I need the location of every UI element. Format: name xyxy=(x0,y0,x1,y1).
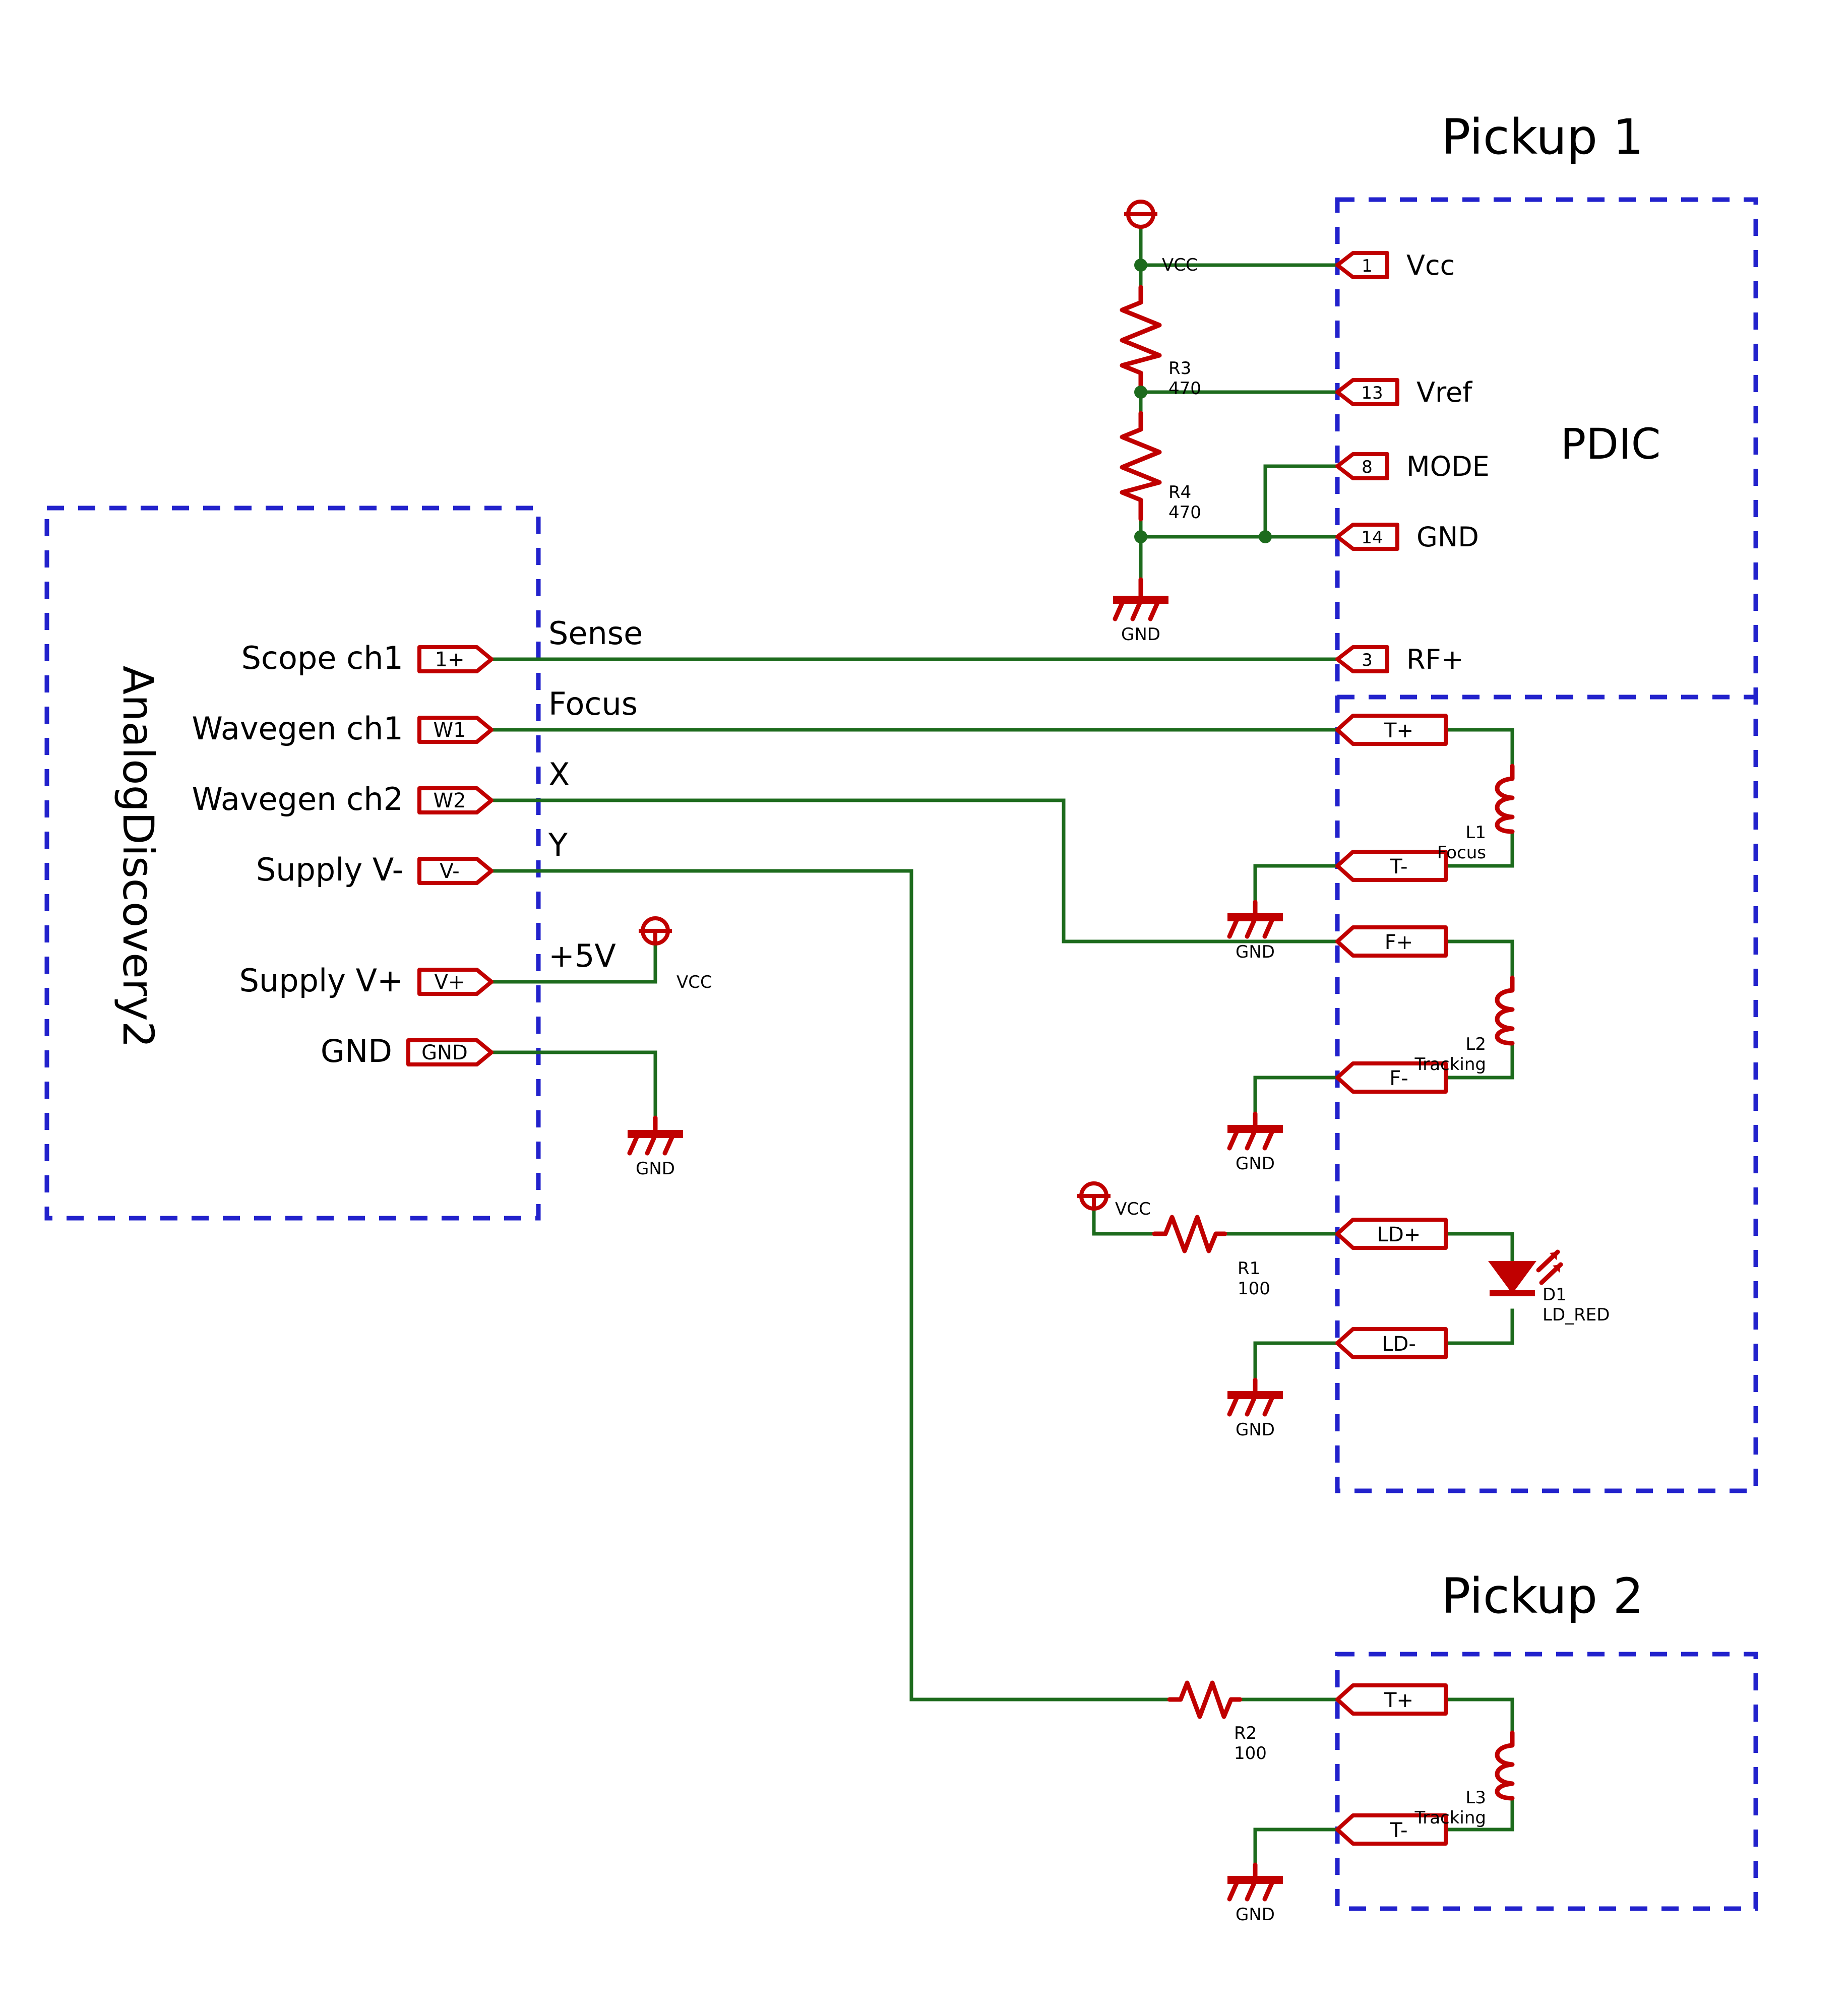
power-symbol-vcc-3 xyxy=(1077,1181,1111,1211)
junction-gnd-node xyxy=(1134,530,1147,543)
wire-gndport-gnd xyxy=(482,1050,657,1120)
pdic-pin-num-0: 1 xyxy=(1362,256,1373,276)
resistor-r2-symbol xyxy=(1167,1680,1243,1719)
gnd-symbol-2 xyxy=(627,1115,683,1156)
ad2-port-name-4: Supply V+ xyxy=(239,962,403,999)
power-symbol-vcc-2 xyxy=(639,916,672,946)
power-symbol-vcc-1 xyxy=(1124,200,1157,229)
gnd-label-1: GND xyxy=(1121,624,1160,645)
gnd-symbol-5 xyxy=(1227,1377,1283,1417)
r3-value: 470 xyxy=(1168,379,1201,399)
schematic-svg: Pickup 1 Pickup 2 PDIC AnalogDiscovery2 … xyxy=(44,109,1758,1925)
ad2-port-pin-2: W2 xyxy=(434,789,466,812)
gnd-symbol-6 xyxy=(1227,1862,1283,1902)
wire-d1-ldminus xyxy=(1444,1308,1514,1345)
vcc-label-2: VCC xyxy=(676,972,712,992)
ad2-port-name-2: Wavegen ch2 xyxy=(192,781,404,817)
r1-ref: R1 xyxy=(1238,1258,1260,1279)
pickup1-pin-text-4: LD+ xyxy=(1377,1223,1421,1246)
schematic-canvas: Pickup 1 Pickup 2 PDIC AnalogDiscovery2 … xyxy=(0,0,1848,2016)
wire-p2tplus-l3 xyxy=(1444,1697,1514,1735)
gnd-symbol-3 xyxy=(1227,900,1283,939)
net-label-focus: Focus xyxy=(548,685,638,722)
r2-ref: R2 xyxy=(1234,1723,1257,1743)
pdic-pin-num-2: 8 xyxy=(1362,457,1373,477)
gnd-symbol-4 xyxy=(1227,1111,1283,1151)
pdic-pin-name-2: MODE xyxy=(1406,451,1490,482)
pdic-pin-num-1: 13 xyxy=(1361,383,1383,403)
gnd-label-6: GND xyxy=(1236,1905,1275,1925)
ad2-port-name-3: Supply V- xyxy=(256,851,403,888)
pickup2-title: Pickup 2 xyxy=(1441,1568,1643,1624)
wire-ldminus-gnd xyxy=(1253,1341,1339,1382)
r1-value: 100 xyxy=(1238,1279,1270,1299)
pickup2-pin-text-1: T- xyxy=(1389,1819,1407,1842)
pdic-pin-num-3: 14 xyxy=(1361,528,1383,548)
l1-ref: L1 xyxy=(1465,823,1486,843)
r4-ref: R4 xyxy=(1168,482,1191,502)
ad2-port-pin-3: V- xyxy=(440,860,459,883)
r2-value: 100 xyxy=(1234,1743,1267,1763)
net-label-5v: +5V xyxy=(548,937,616,974)
pdic-pin-name-4: RF+ xyxy=(1406,644,1464,675)
net-label-y: Y xyxy=(548,827,568,863)
gnd-label-4: GND xyxy=(1236,1154,1275,1174)
l3-ref: L3 xyxy=(1465,1788,1486,1808)
gnd-label-3: GND xyxy=(1236,942,1275,962)
pickup1-pin-text-0: T+ xyxy=(1384,719,1413,742)
junction-mode-node xyxy=(1259,530,1272,543)
inductor-l1-symbol xyxy=(1495,764,1515,834)
ad2-port-pin-1: W1 xyxy=(434,719,466,742)
wire-fminus-gnd xyxy=(1253,1076,1339,1116)
resistor-r4-symbol xyxy=(1120,411,1162,522)
d1-ref: D1 xyxy=(1543,1285,1567,1305)
pickup1-pin-text-1: T- xyxy=(1389,855,1407,878)
gnd-label-5: GND xyxy=(1236,1420,1275,1440)
resistor-r3-symbol xyxy=(1120,285,1162,395)
l2-ref: L2 xyxy=(1465,1034,1486,1054)
inductor-l2-symbol xyxy=(1495,975,1515,1046)
vcc-label-3: VCC xyxy=(1115,1199,1151,1219)
resistor-r1-symbol xyxy=(1152,1215,1227,1253)
pickup1-pin-text-2: F+ xyxy=(1385,931,1413,954)
wire-ldplus-d1 xyxy=(1444,1232,1514,1265)
d1-value: LD_RED xyxy=(1543,1305,1610,1325)
ad2-port-pin-0: 1+ xyxy=(435,648,465,671)
net-label-x: X xyxy=(548,756,570,793)
pdic-pin-name-0: Vcc xyxy=(1406,249,1455,281)
junction-vcc-node xyxy=(1134,259,1147,272)
pdic-pin-num-4: 3 xyxy=(1362,650,1373,670)
pdic-pin-name-3: GND xyxy=(1416,521,1479,553)
analogdiscovery2-label: AnalogDiscovery2 xyxy=(113,666,163,1048)
ad2-port-pin-4: V+ xyxy=(435,971,465,994)
junction-vref-node xyxy=(1134,386,1147,399)
led-d1-triangle xyxy=(1488,1261,1536,1294)
l2-value: Tracking xyxy=(1414,1054,1486,1075)
wire-p2tminus-gnd xyxy=(1253,1828,1339,1867)
wire-tplus-l1 xyxy=(1444,728,1514,768)
wire-mode-to-gnd-node xyxy=(1263,464,1339,539)
gnd-label-2: GND xyxy=(636,1159,675,1179)
ad2-port-name-5: GND xyxy=(321,1033,392,1069)
wire-fplus-l2 xyxy=(1444,939,1514,980)
net-label-sense: Sense xyxy=(548,615,643,652)
inductor-l3-symbol xyxy=(1495,1730,1515,1801)
r4-value: 470 xyxy=(1168,502,1201,523)
pdic-pin-name-1: Vref xyxy=(1416,376,1473,408)
pickup1-pin-text-5: LD- xyxy=(1382,1333,1416,1356)
pickup1-title: Pickup 1 xyxy=(1441,109,1643,165)
pickup1-pin-text-3: F- xyxy=(1389,1067,1408,1090)
pickup2-pin-text-0: T+ xyxy=(1384,1689,1413,1712)
r3-ref: R3 xyxy=(1168,358,1191,379)
ad2-port-name-1: Wavegen ch1 xyxy=(192,710,404,747)
ad2-port-name-0: Scope ch1 xyxy=(241,640,403,676)
gnd-symbol-1 xyxy=(1113,577,1168,621)
wire-tminus-gnd xyxy=(1253,864,1339,904)
l3-value: Tracking xyxy=(1414,1808,1486,1828)
ad2-port-pin-5: GND xyxy=(421,1041,468,1064)
wire-y-pickup2-tplus xyxy=(482,869,1172,1702)
pdic-label: PDIC xyxy=(1561,419,1661,469)
vcc-label-1: VCC xyxy=(1162,255,1198,275)
l1-value: Focus xyxy=(1437,843,1486,863)
